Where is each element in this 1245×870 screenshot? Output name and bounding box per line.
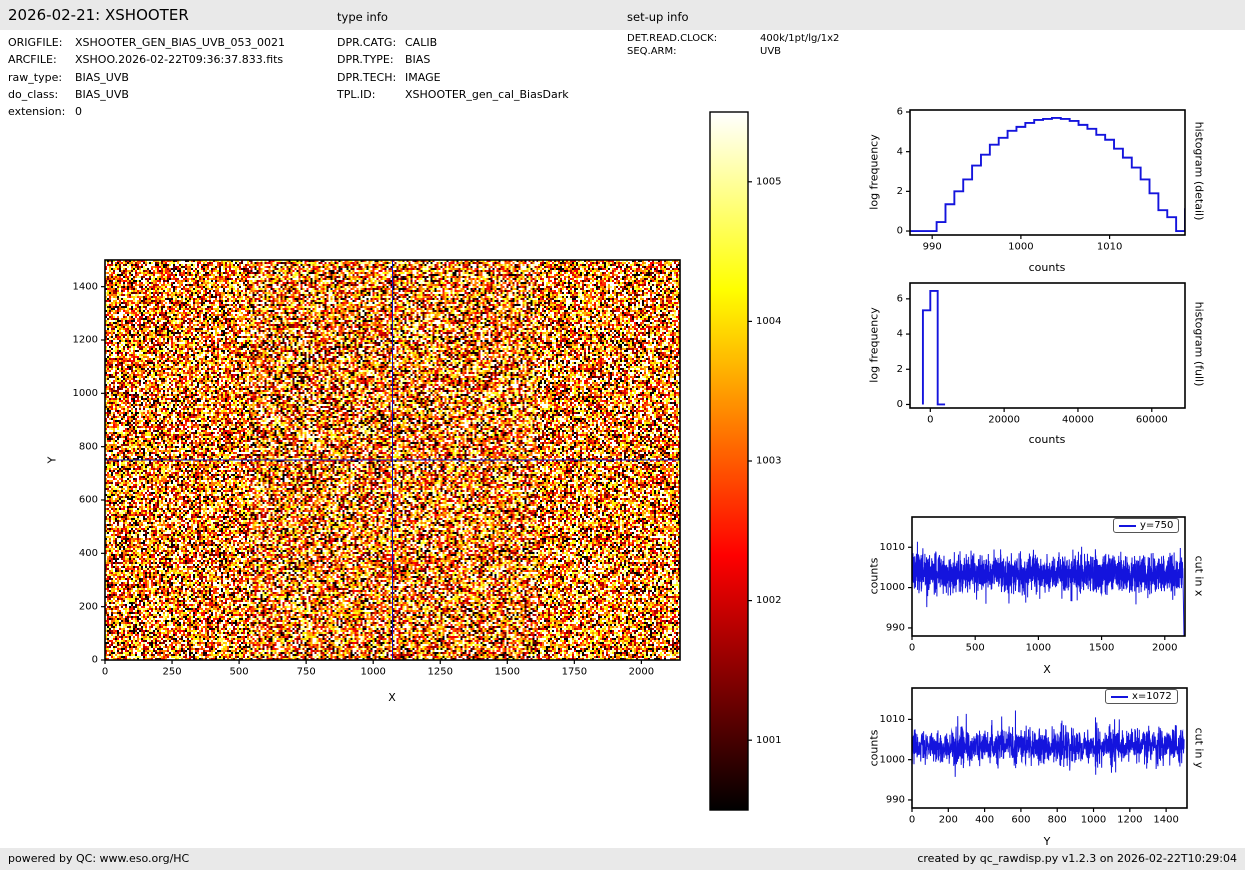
meta-value: IMAGE	[405, 69, 441, 86]
meta-label: ARCFILE:	[8, 51, 75, 68]
type-info-block: DPR.CATG:CALIB DPR.TYPE:BIAS DPR.TECH:IM…	[337, 34, 569, 103]
header-bar: 2026-02-21: XSHOOTER type info set-up in…	[0, 0, 1245, 30]
meta-label: DPR.TYPE:	[337, 51, 405, 68]
footer-left-text: powered by QC: www.eso.org/HC	[8, 848, 189, 870]
cut-y-legend-label: x=1072	[1132, 691, 1172, 702]
meta-value: BIAS_UVB	[75, 86, 129, 103]
meta-label: DET.READ.CLOCK:	[627, 33, 760, 46]
hist-full-y-label: log frequency	[868, 307, 881, 382]
cut-x-x-label: X	[1043, 663, 1051, 676]
footer-bar: powered by QC: www.eso.org/HC created by…	[0, 848, 1245, 870]
setup-info-row: SEQ.ARM:UVB	[627, 46, 839, 59]
meta-label: do_class:	[8, 86, 75, 103]
cut-y-y-label: counts	[868, 730, 881, 767]
hist-detail-right-label: histogram (detail)	[1193, 122, 1206, 221]
meta-value: XSHOOTER_gen_cal_BiasDark	[405, 86, 569, 103]
file-info-row: ARCFILE:XSHOO.2026-02-22T09:36:37.833.fi…	[8, 51, 285, 68]
image-x-axis-label: X	[388, 691, 396, 704]
file-info-block: ORIGFILE:XSHOOTER_GEN_BIAS_UVB_053_0021 …	[8, 34, 285, 120]
hist-detail-x-label: counts	[1029, 261, 1066, 274]
cut-x-legend: y=750	[1113, 518, 1179, 533]
setup-info-title: set-up info	[627, 10, 689, 24]
legend-line-swatch	[1111, 696, 1128, 698]
meta-value: UVB	[760, 46, 781, 59]
meta-label: extension:	[8, 103, 75, 120]
meta-value: 400k/1pt/lg/1x2	[760, 33, 839, 46]
cut-y-legend: x=1072	[1105, 689, 1178, 704]
cut-in-y-canvas	[855, 681, 1245, 841]
type-info-row: TPL.ID:XSHOOTER_gen_cal_BiasDark	[337, 86, 569, 103]
meta-value: 0	[75, 103, 82, 120]
meta-label: SEQ.ARM:	[627, 46, 760, 59]
cut-x-y-label: counts	[868, 558, 881, 595]
meta-value: XSHOOTER_GEN_BIAS_UVB_053_0021	[75, 34, 285, 51]
cut-y-right-label: cut in y	[1193, 728, 1206, 769]
meta-label: DPR.TECH:	[337, 69, 405, 86]
meta-value: XSHOO.2026-02-22T09:36:37.833.fits	[75, 51, 283, 68]
hist-full-x-label: counts	[1029, 433, 1066, 446]
type-info-title: type info	[337, 10, 388, 24]
type-info-row: DPR.CATG:CALIB	[337, 34, 569, 51]
meta-label: DPR.CATG:	[337, 34, 405, 51]
file-info-row: do_class:BIAS_UVB	[8, 86, 285, 103]
page-title: 2026-02-21: XSHOOTER	[8, 6, 189, 24]
cut-y-x-label: Y	[1044, 835, 1051, 848]
setup-info-row: DET.READ.CLOCK:400k/1pt/lg/1x2	[627, 33, 839, 46]
meta-value: BIAS	[405, 51, 430, 68]
file-info-row: raw_type:BIAS_UVB	[8, 69, 285, 86]
meta-value: CALIB	[405, 34, 437, 51]
bias-frame-image-canvas	[55, 250, 705, 720]
hist-full-right-label: histogram (full)	[1193, 302, 1206, 387]
legend-line-swatch	[1119, 525, 1136, 527]
cut-x-right-label: cut in x	[1193, 556, 1206, 597]
footer-right-text: created by qc_rawdisp.py v1.2.3 on 2026-…	[917, 848, 1237, 870]
colorbar-canvas	[700, 105, 800, 820]
type-info-row: DPR.TYPE:BIAS	[337, 51, 569, 68]
file-info-row: ORIGFILE:XSHOOTER_GEN_BIAS_UVB_053_0021	[8, 34, 285, 51]
histogram-full-canvas	[855, 268, 1245, 443]
type-info-row: DPR.TECH:IMAGE	[337, 69, 569, 86]
meta-label: ORIGFILE:	[8, 34, 75, 51]
histogram-detail-canvas	[855, 95, 1245, 270]
meta-label: raw_type:	[8, 69, 75, 86]
hist-detail-y-label: log frequency	[868, 134, 881, 209]
meta-value: BIAS_UVB	[75, 69, 129, 86]
setup-info-block: DET.READ.CLOCK:400k/1pt/lg/1x2 SEQ.ARM:U…	[627, 33, 839, 58]
cut-in-x-canvas	[855, 510, 1245, 670]
cut-x-legend-label: y=750	[1140, 520, 1173, 531]
qc-report-page: 2026-02-21: XSHOOTER type info set-up in…	[0, 0, 1245, 870]
meta-label: TPL.ID:	[337, 86, 405, 103]
image-y-axis-label: Y	[46, 457, 59, 464]
file-info-row: extension:0	[8, 103, 285, 120]
